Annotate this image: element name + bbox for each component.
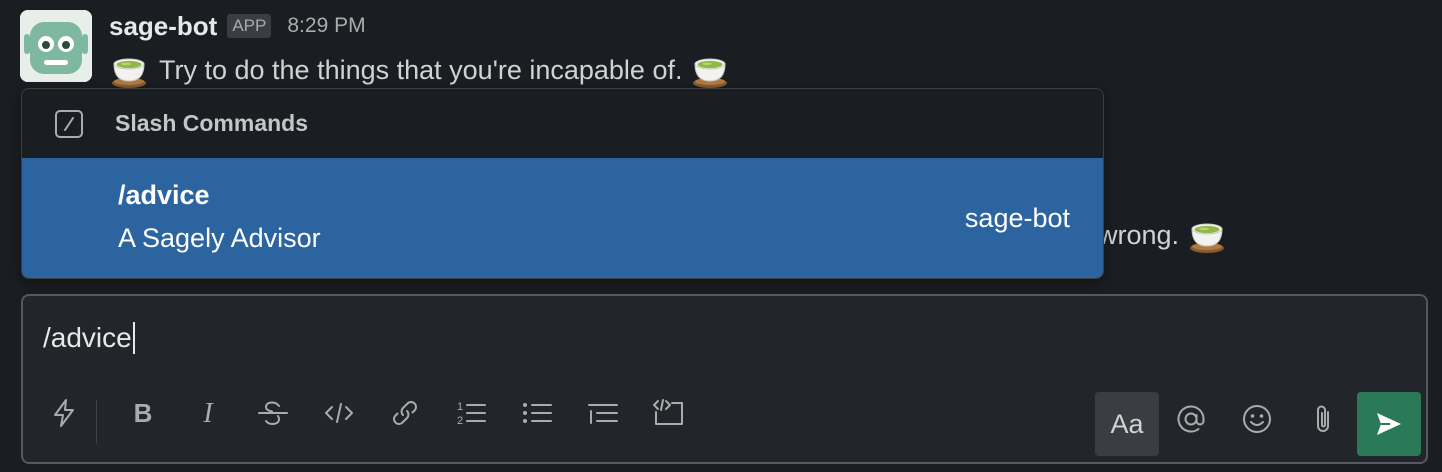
link-icon [393,401,417,425]
message-input-value: /advice [43,322,132,353]
bulleted-list-icon [523,403,552,423]
code-icon [325,403,353,423]
link-button[interactable] [374,382,436,444]
emoji-button[interactable] [1226,388,1288,450]
second-message-text: wrong. [1098,219,1180,250]
bot-avatar[interactable] [20,10,92,82]
svg-text:B: B [134,400,153,426]
svg-text:1: 1 [457,401,463,413]
app-badge: APP [227,14,272,38]
send-button[interactable] [1357,392,1421,456]
message-body: Try to do the things that you're incapab… [109,50,730,90]
robot-avatar-icon [20,10,92,82]
message-input[interactable]: /advice [43,320,135,356]
mention-button[interactable] [1160,388,1222,450]
sender-name[interactable]: sage-bot [109,11,217,42]
tea-cup-emoji-icon [109,50,149,90]
numbered-list-icon: 1 2 [457,401,486,427]
slash-commands-popup: Slash Commands /advice A Sagely Advisor … [21,88,1104,279]
slash-command-option-advice[interactable]: /advice A Sagely Advisor sage-bot [22,158,1103,278]
shortcuts-button[interactable] [33,382,95,444]
slash-command-icon [55,109,83,138]
message-header: sage-bot APP 8:29 PM [109,10,366,42]
svg-text:2: 2 [457,415,463,427]
mention-icon [1177,405,1205,433]
shortcuts-icon [54,399,74,427]
slack-channel-view: sage-bot APP 8:29 PM Try to do the thing… [0,0,1442,472]
popup-title: Slash Commands [115,110,308,136]
attach-file-button[interactable] [1292,388,1354,450]
bulleted-list-button[interactable] [506,382,568,444]
toolbar-divider [96,400,97,444]
emoji-icon [1243,405,1271,433]
code-button[interactable] [308,382,370,444]
text-caret [132,322,135,354]
command-app-name: sage-bot [964,203,1070,233]
message-composer: /advice B I 1 2 Aa [21,294,1428,464]
tea-cup-emoji-icon [690,50,730,90]
command-name: /advice [118,180,210,210]
message-text: Try to do the things that you're incapab… [159,54,683,85]
strikethrough-button[interactable] [242,382,304,444]
second-message-visible-tail: wrong. [1098,215,1227,255]
italic-button[interactable]: I [177,382,239,444]
command-description: A Sagely Advisor [118,223,321,253]
strikethrough-icon [258,401,288,426]
message-timestamp[interactable]: 8:29 PM [287,14,365,38]
attachment-icon [1317,405,1329,432]
code-block-icon [653,399,683,425]
svg-text:I: I [202,400,214,426]
code-block-button[interactable] [638,382,700,444]
numbered-list-button[interactable]: 1 2 [440,382,502,444]
bold-button[interactable]: B [112,382,174,444]
formatting-toggle-label: Aa [1110,408,1144,439]
popup-header: Slash Commands [22,89,1103,158]
send-icon [1377,413,1401,435]
bold-icon: B [134,400,153,426]
formatting-toggle-button[interactable]: Aa [1095,392,1159,456]
formatting-toolbar: B I 1 2 Aa [23,382,1426,464]
italic-icon: I [202,400,214,426]
blockquote-button[interactable] [572,382,634,444]
blockquote-icon [588,404,618,424]
tea-cup-emoji-icon [1187,215,1227,255]
